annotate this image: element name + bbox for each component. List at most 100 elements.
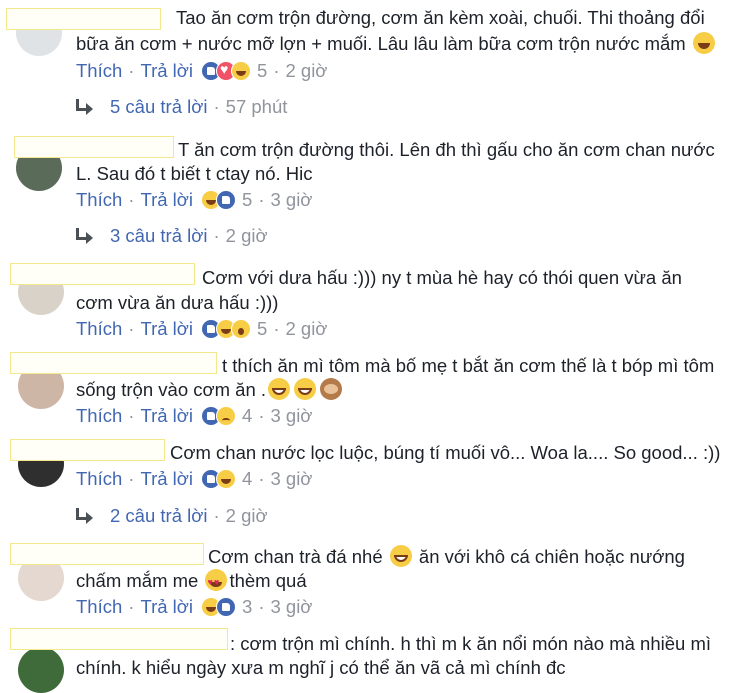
reaction-count[interactable]: 5 bbox=[257, 60, 267, 82]
separator: · bbox=[128, 596, 135, 617]
heart-eyes-emoji-icon bbox=[205, 569, 228, 594]
replies-time: 2 giờ bbox=[225, 505, 268, 526]
separator: · bbox=[128, 318, 135, 339]
comment-text: Cơm chan nước lọc luộc, búng tí muối vô.… bbox=[170, 442, 721, 463]
separator: · bbox=[128, 60, 135, 81]
redacted-author-name[interactable] bbox=[10, 628, 228, 650]
separator: · bbox=[128, 468, 135, 489]
haha-reaction-icon bbox=[216, 469, 237, 489]
reply-link[interactable]: Trả lời bbox=[140, 405, 193, 427]
reply-arrow-icon bbox=[74, 99, 96, 115]
separator: · bbox=[213, 96, 220, 117]
comment: t thích ăn mì tôm mà bố mẹ t bắt ăn cơm … bbox=[0, 345, 745, 435]
reaction-count[interactable]: 4 bbox=[242, 405, 252, 427]
like-link[interactable]: Thích bbox=[76, 405, 122, 427]
comment-time[interactable]: 3 giờ bbox=[270, 468, 312, 490]
comment-actions: Thích · Trả lời 4 · 3 giờ bbox=[76, 468, 312, 490]
comment: Cơm chan nước lọc luộc, búng tí muối vô.… bbox=[0, 435, 745, 535]
comment-text: L. Sau đó t biết t ctay nó. Hic bbox=[76, 163, 313, 184]
reactions-summary[interactable] bbox=[201, 319, 252, 339]
comment-time[interactable]: 2 giờ bbox=[285, 318, 327, 340]
reactions-summary[interactable] bbox=[201, 61, 252, 81]
reaction-count[interactable]: 4 bbox=[242, 468, 252, 490]
comment-text: chính. k hiểu ngày xưa m nghĩ j có thể ă… bbox=[76, 657, 566, 678]
comment-actions: Thích · Trả lời 5 · 2 giờ bbox=[76, 318, 327, 340]
replies-time: 57 phút bbox=[225, 96, 288, 117]
comment-actions: Thích · Trả lời 4 · 3 giờ bbox=[76, 405, 312, 427]
comment-actions: Thích · Trả lời 3 · 3 giờ bbox=[76, 596, 312, 618]
comment-text: t thích ăn mì tôm mà bố mẹ t bắt ăn cơm … bbox=[222, 355, 715, 376]
reaction-count[interactable]: 5 bbox=[242, 189, 252, 211]
comment-text: bữa ăn cơm + nước mỡ lợn + muối. Lâu lâu… bbox=[76, 32, 717, 56]
grin-sweat-emoji-icon bbox=[268, 378, 291, 400]
separator: · bbox=[273, 60, 280, 81]
reactions-summary[interactable] bbox=[201, 597, 237, 617]
wow-reaction-icon bbox=[231, 319, 252, 339]
like-reaction-icon bbox=[216, 190, 237, 210]
comment-actions: Thích · Trả lời 5 · 3 giờ bbox=[76, 189, 312, 211]
view-replies-link[interactable]: 5 câu trả lời · 57 phút bbox=[74, 96, 287, 118]
reply-link[interactable]: Trả lời bbox=[140, 468, 193, 490]
comment-time[interactable]: 2 giờ bbox=[285, 60, 327, 82]
comment-text: T ăn cơm trộn đường thôi. Lên đh thì gấu… bbox=[178, 139, 715, 160]
replies-count[interactable]: 5 câu trả lời bbox=[110, 96, 207, 118]
comment-time[interactable]: 3 giờ bbox=[270, 405, 312, 427]
reactions-summary[interactable] bbox=[201, 406, 237, 426]
like-link[interactable]: Thích bbox=[76, 468, 122, 490]
comment: Cơm chan trà đá nhé ăn với khô cá chiên … bbox=[0, 535, 745, 625]
redacted-author-name[interactable] bbox=[6, 8, 161, 30]
like-link[interactable]: Thích bbox=[76, 318, 122, 340]
view-replies-link[interactable]: 3 câu trả lời · 2 giờ bbox=[74, 225, 268, 247]
separator: · bbox=[128, 405, 135, 426]
avatar[interactable] bbox=[18, 647, 64, 693]
separator: · bbox=[213, 505, 220, 526]
comment: Cơm với dưa hấu :))) ny t mùa hè hay có … bbox=[0, 255, 745, 345]
reactions-summary[interactable] bbox=[201, 190, 237, 210]
comment: : cơm trộn mì chính. h thì m k ăn nổi mó… bbox=[0, 625, 745, 693]
redacted-author-name[interactable] bbox=[10, 352, 217, 374]
reply-link[interactable]: Trả lời bbox=[140, 189, 193, 211]
replies-count[interactable]: 2 câu trả lời bbox=[110, 505, 207, 527]
like-link[interactable]: Thích bbox=[76, 596, 122, 618]
reaction-count[interactable]: 3 bbox=[242, 596, 252, 618]
haha-reaction-icon bbox=[231, 61, 252, 81]
sad-reaction-icon bbox=[216, 406, 237, 426]
comment: Tao ăn cơm trộn đường, cơm ăn kèm xoài, … bbox=[0, 0, 745, 125]
redacted-author-name[interactable] bbox=[10, 439, 165, 461]
like-link[interactable]: Thích bbox=[76, 60, 122, 82]
redacted-author-name[interactable] bbox=[10, 263, 195, 285]
separator: · bbox=[258, 189, 265, 210]
separator: · bbox=[213, 225, 220, 246]
reply-arrow-icon bbox=[74, 228, 96, 244]
comment-text: Cơm với dưa hấu :))) ny t mùa hè hay có … bbox=[202, 267, 682, 288]
comment: T ăn cơm trộn đường thôi. Lên đh thì gấu… bbox=[0, 125, 745, 255]
comment-text: sống trộn vào cơm ăn . bbox=[76, 378, 344, 402]
comment-text: Cơm chan trà đá nhé ăn với khô cá chiên … bbox=[208, 545, 685, 567]
separator: · bbox=[128, 189, 135, 210]
reactions-summary[interactable] bbox=[201, 469, 237, 489]
reply-link[interactable]: Trả lời bbox=[140, 60, 193, 82]
comment-text: chấm mắm me thèm quá bbox=[76, 569, 307, 594]
reply-link[interactable]: Trả lời bbox=[140, 318, 193, 340]
replies-count[interactable]: 3 câu trả lời bbox=[110, 225, 207, 247]
comment-text: : cơm trộn mì chính. h thì m k ăn nổi mó… bbox=[230, 633, 712, 654]
comment-actions: Thích · Trả lời 5 · 2 giờ bbox=[76, 60, 327, 82]
reply-link[interactable]: Trả lời bbox=[140, 596, 193, 618]
separator: · bbox=[258, 468, 265, 489]
comment-time[interactable]: 3 giờ bbox=[270, 596, 312, 618]
replies-time: 2 giờ bbox=[225, 225, 268, 246]
separator: · bbox=[258, 596, 265, 617]
reaction-count[interactable]: 5 bbox=[257, 318, 267, 340]
like-reaction-icon bbox=[216, 597, 237, 617]
view-replies-link[interactable]: 2 câu trả lời · 2 giờ bbox=[74, 505, 268, 527]
see-no-evil-monkey-emoji-icon bbox=[320, 378, 343, 400]
separator: · bbox=[258, 405, 265, 426]
rofl-emoji-icon bbox=[692, 32, 715, 54]
like-link[interactable]: Thích bbox=[76, 189, 122, 211]
redacted-author-name[interactable] bbox=[14, 136, 174, 158]
grin-sweat-emoji-icon bbox=[389, 545, 412, 567]
grin-sweat-emoji-icon bbox=[294, 378, 317, 400]
comment-text: cơm vừa ăn dưa hấu :))) bbox=[76, 292, 279, 313]
redacted-author-name[interactable] bbox=[10, 543, 204, 565]
comment-time[interactable]: 3 giờ bbox=[270, 189, 312, 211]
